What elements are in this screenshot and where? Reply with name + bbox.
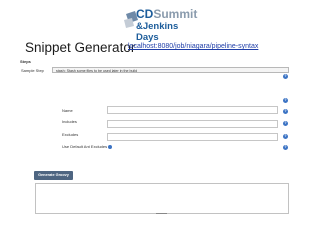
includes-input[interactable]	[107, 120, 278, 128]
generate-groovy-button[interactable]: Generate Groovy	[34, 171, 73, 180]
logo-jenkins-days: &Jenkins Days	[136, 21, 179, 43]
excludes-label: Excludes	[62, 132, 79, 137]
sample-step-select[interactable]: stash: Stash some files to be used later…	[52, 67, 289, 73]
help-icon[interactable]: ?	[283, 98, 288, 103]
default-excludes-checkbox[interactable]	[108, 145, 112, 149]
logo-text: CDSummit &Jenkins Days	[136, 7, 198, 43]
default-excludes-label: Use Default Ant Excludes	[62, 144, 108, 149]
sample-step-label: Sample Step	[21, 68, 44, 73]
help-icon[interactable]: ?	[283, 74, 288, 79]
help-icon[interactable]: ?	[283, 121, 288, 126]
help-icon[interactable]: ?	[283, 134, 288, 139]
help-icon[interactable]: ?	[283, 109, 288, 114]
textarea-resize-handle[interactable]	[156, 213, 167, 214]
excludes-input[interactable]	[107, 133, 278, 141]
includes-label: Includes	[62, 119, 77, 124]
logo-summit: Summit	[153, 7, 198, 21]
logo-cd: CD	[136, 7, 154, 21]
generated-snippet-textarea[interactable]	[35, 183, 289, 214]
steps-label: Steps	[20, 59, 31, 64]
name-label: Name	[62, 108, 73, 113]
help-icon[interactable]: ?	[283, 145, 288, 150]
name-input[interactable]	[107, 106, 278, 114]
pipeline-syntax-link[interactable]: localhost:8080/job/niagara/pipeline-synt…	[128, 43, 258, 50]
page-title: Snippet Generator	[25, 40, 136, 55]
